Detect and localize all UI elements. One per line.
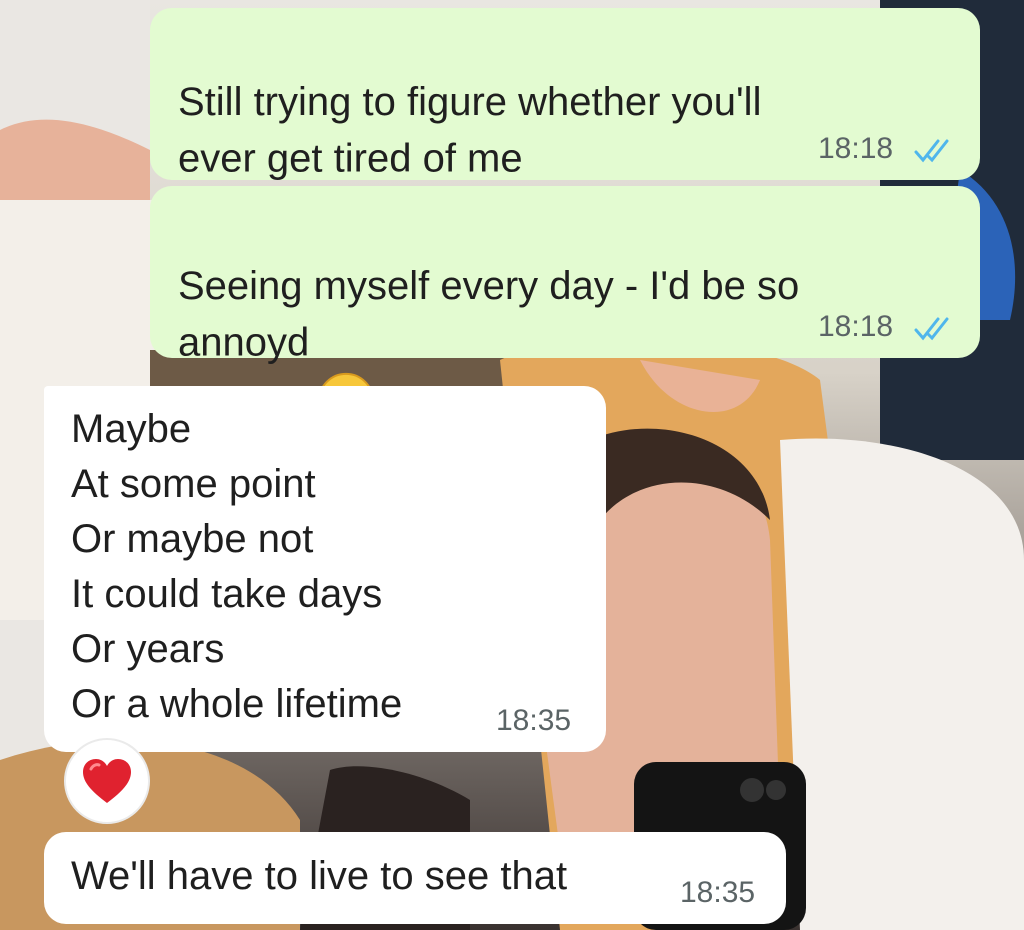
message-text: Maybe At some point Or maybe not It coul… [71,407,403,726]
message-timestamp: 18:18 [818,132,894,165]
read-receipt-ticks-icon [914,139,949,163]
red-heart-icon [83,759,131,803]
message-reaction[interactable] [64,738,150,824]
face-with-tears-of-joy-emoji [529,130,591,246]
message-bubble-incoming[interactable]: Maybe At some point Or maybe not It coul… [44,386,606,752]
message-timestamp: 18:18 [818,310,894,343]
message-text: We'll have to live to see that [71,854,568,898]
face-with-tears-of-joy-emoji [315,314,377,430]
message-timestamp: 18:35 [680,876,756,909]
message-text: Still trying to figure whether you'll ev… [178,18,761,246]
message-bubble-outgoing[interactable]: Seeing myself every day - I'd be so anno… [150,186,980,430]
message-bubble-incoming[interactable]: We'll have to live to see that 18:35 [44,832,786,924]
message-timestamp: 18:35 [496,704,572,737]
read-receipt-ticks-icon [914,317,949,341]
message-text: Seeing myself every day - I'd be so anno… [178,202,799,430]
message-bubble-outgoing[interactable]: Still trying to figure whether you'll ev… [150,8,980,246]
